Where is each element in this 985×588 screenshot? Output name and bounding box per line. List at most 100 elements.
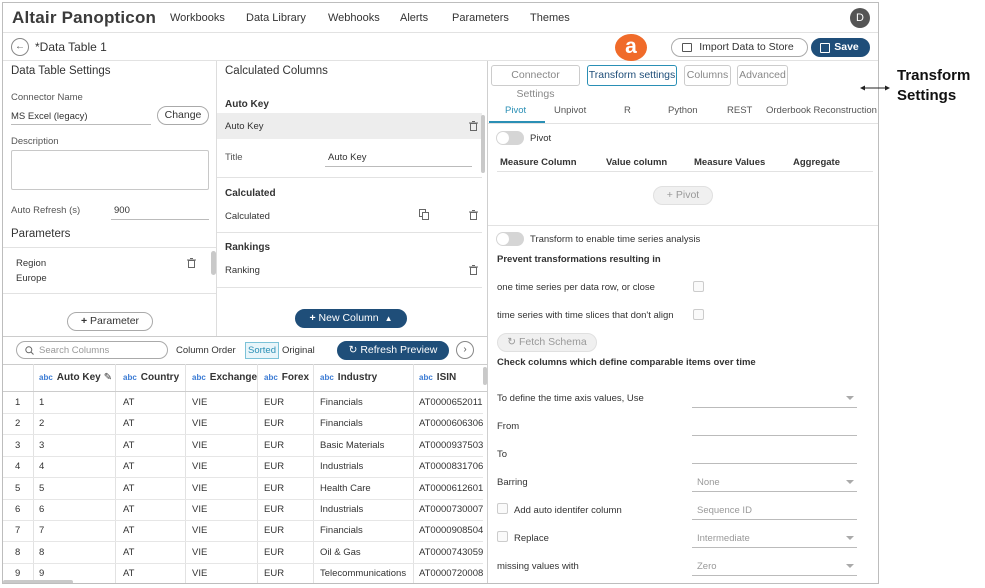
delete-parameter-trash-icon[interactable] [187,258,196,268]
subtab-orderbook-reconstruction[interactable]: Orderbook Reconstruction [766,105,877,116]
tab-connector-settings[interactable]: Connector Settings [491,65,580,100]
save-button[interactable]: Save [811,38,870,57]
calculated-heading: Calculated [225,188,276,199]
search-columns-input[interactable]: Search Columns [16,341,168,359]
barring-select[interactable] [692,491,857,492]
copy-icon[interactable] [419,209,429,220]
column-header-auto-key[interactable]: abc Auto Key ✎ [39,372,112,383]
auto-identifier-field[interactable] [692,519,857,520]
subtab-pivot[interactable]: Pivot [505,105,526,116]
tab-transform-settings[interactable]: Transform settings [587,65,677,86]
nav-alerts[interactable]: Alerts [400,12,428,24]
nav-parameters[interactable]: Parameters [452,12,509,24]
import-data-button[interactable]: Import Data to Store [671,38,808,57]
add-pivot-label: Pivot [675,189,700,201]
missing-values-select[interactable] [692,575,857,576]
divider [216,61,217,336]
column-header-country[interactable]: abc Country [123,372,179,383]
table-cell: 3 [39,439,45,451]
app-logo: Altair Panopticon [12,8,157,27]
ranking-item[interactable]: Ranking [225,265,260,276]
refresh-icon: ↻ [507,336,519,348]
timeseries-toggle[interactable] [496,232,524,246]
import-icon [682,43,692,52]
table-cell: VIE [192,439,208,451]
prevent-option-2-checkbox[interactable] [693,309,704,320]
replace-value: Intermediate [697,533,750,544]
grid-scrollbar[interactable] [483,367,487,385]
add-pivot-button[interactable]: + Pivot [653,186,713,205]
pivot-toggle[interactable] [496,131,524,145]
user-avatar[interactable]: D [850,8,870,28]
change-connector-button[interactable]: Change [157,106,209,125]
delete-calculated-trash-icon[interactable] [469,210,478,220]
table-cell: EUR [264,482,285,494]
auto-identifier-checkbox[interactable] [497,503,508,514]
table-cell: AT [123,504,135,515]
grid-horizontal-scrollbar[interactable] [3,580,73,583]
column-header-forex[interactable]: abc Forex [264,372,309,383]
row-number: 4 [15,461,21,473]
timeseries-toggle-label: Transform to enable time series analysis [530,234,701,245]
new-column-button[interactable]: + New Column ▲ [295,309,407,328]
nav-themes[interactable]: Themes [530,12,570,24]
pivot-header-value-column: Value column [606,157,668,168]
tab-advanced[interactable]: Advanced [737,65,788,86]
description-textarea[interactable] [11,150,209,190]
nav-webhooks[interactable]: Webhooks [328,12,380,24]
from-field[interactable] [692,435,857,436]
row-number: 5 [15,482,21,494]
check-columns-heading: Check columns which define comparable it… [497,357,756,368]
prevent-option-1-checkbox[interactable] [693,281,704,292]
table-cell: 1 [39,397,45,408]
auto-refresh-field[interactable] [111,219,209,220]
table-cell: EUR [264,525,285,537]
barring-value: None [697,477,720,488]
tab-columns[interactable]: Columns [684,65,731,86]
delete-auto-key-trash-icon[interactable] [469,121,478,131]
table-cell: AT [123,568,135,580]
table-cell: VIE [192,461,208,473]
pivot-header-aggregate: Aggregate [793,157,840,168]
table-cell: EUR [264,546,285,558]
auto-refresh-label: Auto Refresh (s) [11,205,81,216]
calculated-scrollbar[interactable] [481,115,485,173]
table-cell: Financials [320,525,363,537]
callout-arrow-icon [860,85,890,91]
row-divider [3,541,483,543]
divider [3,293,216,294]
back-arrow-icon[interactable]: ← [11,38,29,56]
column-header-industry[interactable]: abc Industry [320,372,377,383]
column-header-isin[interactable]: abc ISIN [419,372,456,383]
subtab-r[interactable]: R [624,105,631,116]
type-badge: abc [419,373,433,382]
subtab-unpivot[interactable]: Unpivot [554,105,586,116]
row-number: 7 [15,525,21,537]
nav-data-library[interactable]: Data Library [246,12,306,24]
table-cell: AT [123,397,135,408]
original-toggle[interactable]: Original [282,345,315,356]
table-cell: 9 [39,568,45,580]
fetch-schema-button[interactable]: ↻ Fetch Schema [497,333,597,352]
calculated-item[interactable]: Calculated [225,211,270,222]
plus-icon: + [309,312,319,324]
table-cell: AT0000720008 [419,568,484,580]
divider [185,364,186,583]
next-arrow-icon[interactable]: › [456,341,474,359]
add-parameter-button[interactable]: + Parameter [67,312,153,331]
table-cell: Industrials [320,504,364,515]
delete-ranking-trash-icon[interactable] [469,265,478,275]
subtab-rest[interactable]: REST [727,105,752,116]
refresh-preview-button[interactable]: ↻ Refresh Preview [337,341,449,360]
to-field[interactable] [692,463,857,464]
replace-select[interactable] [692,547,857,548]
subtab-python[interactable]: Python [668,105,698,116]
table-cell: EUR [264,418,285,430]
time-axis-select[interactable] [692,407,857,408]
parameters-scrollbar[interactable] [211,251,216,275]
nav-workbooks[interactable]: Workbooks [170,12,225,24]
sorted-toggle[interactable]: Sorted [245,342,279,359]
title-field[interactable] [325,166,472,167]
replace-checkbox[interactable] [497,531,508,542]
column-header-exchange[interactable]: abc Exchange [192,372,257,383]
